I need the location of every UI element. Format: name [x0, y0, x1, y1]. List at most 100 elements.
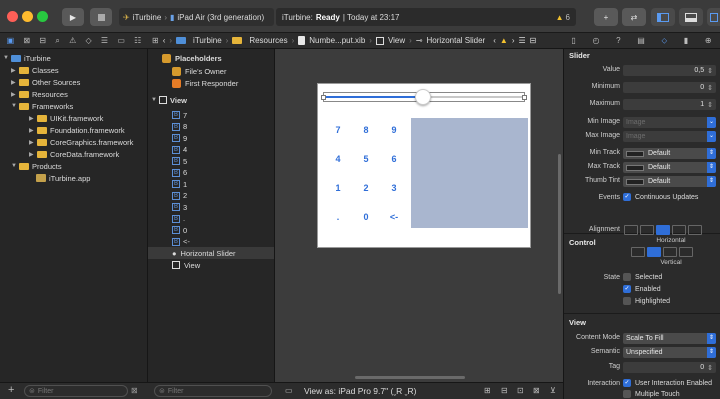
toggle-debug-button[interactable] [679, 8, 703, 26]
value-field[interactable]: 0,5 ⇕ [623, 65, 716, 76]
navigator-filter-input[interactable]: ⊜ Filter [24, 385, 128, 397]
keypad-button[interactable]: 8 [356, 122, 376, 138]
outline-button-item[interactable]: B. [172, 213, 185, 225]
max-track-popup[interactable]: Default ⇕ [623, 162, 716, 173]
maximum-field[interactable]: 1 ⇕ [623, 99, 716, 110]
outline-placeholders[interactable]: Placeholders [162, 52, 222, 64]
outline-files-owner[interactable]: File's Owner [172, 65, 226, 77]
vertical-alignment-control[interactable] [631, 247, 693, 257]
breadcrumb-slider[interactable]: Horizontal Slider [427, 36, 486, 45]
outline-button-item[interactable]: B <- [172, 236, 190, 248]
content-mode-popup[interactable]: Scale To Fill ⇕ [623, 333, 716, 344]
resize-handle[interactable] [321, 95, 326, 100]
warning-icon[interactable]: ▲ [556, 13, 564, 22]
outline-button-item[interactable]: B5 [172, 155, 187, 167]
view-as-device[interactable]: View as: iPad Pro 9.7" (ˬR ˬR) [304, 386, 416, 396]
breadcrumb-view[interactable]: View [388, 36, 405, 45]
tree-item-frameworks[interactable]: ▼ Frameworks [11, 100, 73, 112]
user-interaction-checkbox[interactable]: ✓ User Interaction Enabled [623, 379, 712, 387]
keypad-button[interactable]: 2 [356, 180, 376, 196]
continuous-updates-checkbox[interactable]: ✓ Continuous Updates [623, 193, 698, 201]
tree-item-products[interactable]: ▼ Products [11, 160, 62, 172]
add-file-icon[interactable]: + [8, 384, 14, 396]
dropdown-icon[interactable]: ⌄ [707, 117, 716, 128]
tree-item-project[interactable]: ▼ iTurbine [3, 52, 51, 64]
align-middle-icon[interactable] [647, 247, 661, 257]
test-icon[interactable]: ◇ [86, 36, 92, 45]
align-right-icon[interactable] [672, 225, 686, 235]
outline-subview[interactable]: View [172, 259, 200, 271]
stepper-icon[interactable]: ⇕ [707, 84, 713, 92]
thumb-tint-popup[interactable]: Default ⇕ [623, 176, 716, 187]
toggle-navigator-button[interactable] [651, 8, 675, 26]
align-fill-icon[interactable] [656, 225, 670, 235]
min-image-field[interactable]: Image ⌄ [623, 117, 716, 128]
tree-item-app[interactable]: iTurbine.app [36, 172, 90, 184]
canvas-horizontal-scrollbar[interactable] [355, 376, 465, 379]
identity-icon[interactable]: ▤ [637, 36, 645, 45]
run-button[interactable]: ▶ [62, 8, 84, 26]
minimize-window-button[interactable] [22, 11, 33, 22]
keypad-button[interactable]: 3 [384, 180, 404, 196]
tree-item-resources[interactable]: ▶ Resources [11, 88, 68, 100]
forward-icon[interactable]: › [169, 36, 172, 45]
minimum-field[interactable]: 0 ⇕ [623, 82, 716, 93]
tree-item-classes[interactable]: ▶ Classes [11, 64, 59, 76]
stepper-icon[interactable]: ⇕ [707, 67, 713, 75]
attributes-inspector-icon[interactable]: ⬦ [662, 36, 668, 46]
display-subview[interactable] [411, 118, 528, 228]
canvas-vertical-scrollbar[interactable] [558, 154, 561, 294]
keypad-button[interactable]: 1 [328, 180, 348, 196]
enabled-checkbox[interactable]: ✓ Enabled [623, 285, 661, 293]
max-image-field[interactable]: Image ⌄ [623, 131, 716, 142]
selected-checkbox[interactable]: Selected [623, 273, 662, 281]
back-icon[interactable]: ‹ [163, 36, 166, 45]
breadcrumb-resources[interactable]: Resources [249, 36, 287, 45]
keypad-button[interactable]: 5 [356, 151, 376, 167]
slider-thumb[interactable] [415, 89, 431, 105]
outline-view[interactable]: ▼ View [151, 94, 187, 106]
toggle-inspector-button[interactable] [707, 8, 720, 26]
library-button[interactable]: + [594, 8, 618, 26]
outline-button-item[interactable]: B0 [172, 224, 187, 236]
size-inspector-icon[interactable]: ▮ [684, 36, 688, 45]
resolve-issues-icon[interactable]: ⊠ [533, 386, 540, 395]
outline-button-item[interactable]: B6 [172, 167, 187, 179]
close-window-button[interactable] [7, 11, 18, 22]
keypad-button[interactable]: <- [384, 209, 404, 225]
align-vfill-icon[interactable] [679, 247, 693, 257]
outline-button-item[interactable]: B2 [172, 190, 187, 202]
align-leading-icon[interactable] [688, 225, 702, 235]
outline-button-item[interactable]: B4 [172, 144, 187, 156]
keypad-button[interactable]: 0 [356, 209, 376, 225]
keypad-button[interactable]: 4 [328, 151, 348, 167]
align-bottom-icon[interactable] [663, 247, 677, 257]
zoom-window-button[interactable] [37, 11, 48, 22]
report-icon[interactable]: ☷ [134, 36, 141, 45]
keypad-button[interactable]: 6 [384, 151, 404, 167]
toggle-outline-icon[interactable]: ▭ [285, 386, 293, 395]
previous-issue-icon[interactable]: ‹ [493, 36, 496, 45]
hierarchy-icon[interactable]: ⊟ [39, 36, 46, 45]
breadcrumb-xib[interactable]: Numbe...put.xib [309, 36, 365, 45]
align-center-icon[interactable] [640, 225, 654, 235]
scheme-selector[interactable]: ✈ iTurbine › ▮ iPad Air (3rd generation) [119, 8, 274, 26]
file-inspector-icon[interactable]: ▯ [571, 36, 575, 45]
stepper-icon[interactable]: ⇕ [707, 101, 713, 109]
update-frames-icon[interactable]: ⊞ [484, 386, 491, 395]
recent-files-icon[interactable]: ⊠ [131, 386, 138, 395]
stepper-icon[interactable]: ⇕ [707, 364, 713, 372]
semantic-popup[interactable]: Unspecified ⇕ [623, 347, 716, 358]
dropdown-icon[interactable]: ⌄ [707, 131, 716, 142]
issue-icon[interactable]: ⚠ [69, 36, 76, 45]
outline-first-responder[interactable]: First Responder [172, 77, 238, 89]
tag-field[interactable]: 0 ⇕ [623, 362, 716, 373]
keypad-button[interactable]: 9 [384, 122, 404, 138]
min-track-popup[interactable]: Default ⇕ [623, 148, 716, 159]
debug-icon[interactable]: ☰ [101, 36, 108, 45]
keypad-button[interactable]: . [328, 209, 348, 225]
history-icon[interactable]: ◴ [592, 36, 599, 45]
horizontal-slider[interactable] [321, 89, 527, 105]
outline-button-item[interactable]: B3 [172, 201, 187, 213]
align-icon[interactable]: ⊟ [501, 386, 508, 395]
